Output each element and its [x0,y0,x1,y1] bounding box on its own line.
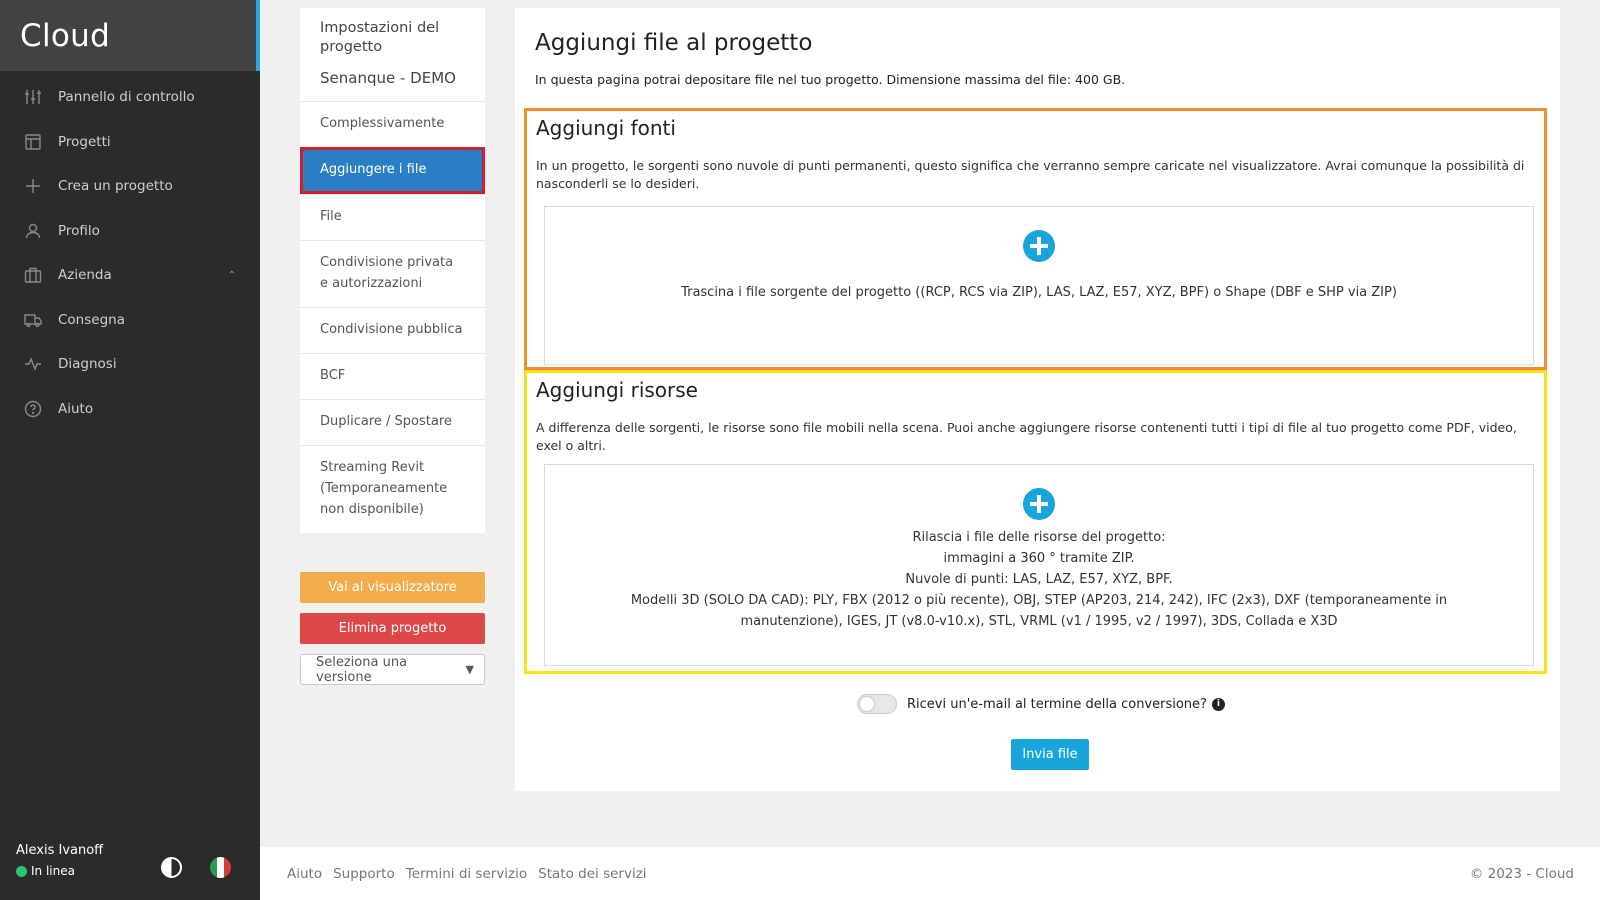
dropzone-line: Rilascia i file delle risorse del proget… [912,530,1166,545]
briefcase-icon [24,268,42,283]
flag-stripe [217,857,224,878]
sidebar-item-label: Progetti [58,133,111,150]
go-to-viewer-button[interactable]: Vai al visualizzatore [300,572,485,603]
flag-stripe [224,857,231,878]
sidebar-item-diagnosis[interactable]: Diagnosi [0,342,260,387]
flag-stripe [210,857,217,878]
sources-title: Aggiungi fonti [536,116,676,140]
send-files-button[interactable]: Invia file [1011,739,1089,770]
sidebar-item-delivery[interactable]: Consegna [0,298,260,343]
menu-item-public-sharing[interactable]: Condivisione pubblica [300,306,485,353]
project-name: Senanque - DEMO [320,68,456,87]
online-status-dot [16,865,27,877]
brand-name: Cloud [20,17,111,54]
sidebar-nav: Pannello di controllo Progetti Crea un p… [0,75,260,431]
sidebar-item-label: Crea un progetto [58,178,173,195]
page-description: In questa pagina potrai depositare file … [535,72,1126,87]
main-panel: Aggiungi file al progetto In questa pagi… [515,8,1560,791]
resources-dropzone[interactable]: Rilascia i file delle risorse del proget… [544,464,1534,666]
sources-description: In un progetto, le sorgenti sono nuvole … [536,158,1525,191]
sidebar-item-company[interactable]: Azienda ⌃ [0,253,260,298]
menu-item-private-sharing[interactable]: Condivisione privata e autorizzazioni [300,239,485,307]
sliders-icon [25,90,41,105]
email-toggle-switch[interactable] [857,694,897,714]
sidebar-item-help[interactable]: Aiuto [0,387,260,432]
dropzone-line: Nuvole di punti: LAS, LAZ, E57, XYZ, BPF… [905,572,1173,588]
chevron-down-icon: ▼ [465,663,474,676]
email-toggle-label: Ricevi un'e-mail al termine della conver… [907,696,1207,712]
sidebar-item-dashboard[interactable]: Pannello di controllo [0,75,260,120]
menu-item-add-files[interactable]: Aggiungere i file [300,146,485,194]
plus-icon [26,179,40,194]
email-notification-row: Ricevi un'e-mail al termine della conver… [857,694,1225,714]
menu-item-bcf[interactable]: BCF [300,352,485,399]
chevron-up-icon[interactable]: ⌃ [228,270,236,281]
menu-item-revit-streaming[interactable]: Streaming Revit (Temporaneamente non dis… [300,444,485,533]
help-circle-icon [24,400,42,417]
user-name: Alexis Ivanoff [16,843,104,858]
sidebar-item-label: Profilo [58,222,100,239]
resources-description: A differenza delle sorgenti, le risorse … [536,420,1517,453]
sources-dropzone-text: Trascina i file sorgente del progetto ((… [681,285,1397,300]
sidebar-item-projects[interactable]: Progetti [0,120,260,165]
sidebar-item-create-project[interactable]: Crea un progetto [0,164,260,209]
user-status-label: In linea [31,864,75,878]
sidebar-item-label: Diagnosi [58,356,117,373]
sources-dropzone[interactable]: Trascina i file sorgente del progetto ((… [544,206,1534,365]
layout-icon [25,134,41,150]
sidebar: Cloud Pannello di controllo Progetti Cre… [0,0,260,900]
user-status: In linea [16,864,103,878]
sidebar-item-label: Azienda [58,267,112,284]
page-title: Aggiungi file al progetto [535,30,813,56]
menu-item-files[interactable]: File [300,193,485,240]
theme-toggle-icon[interactable] [161,857,182,878]
add-circle-icon[interactable] [1023,488,1055,520]
resources-title: Aggiungi risorse [536,378,698,402]
footer-link-help[interactable]: Aiuto [287,866,322,882]
sidebar-item-profile[interactable]: Profilo [0,209,260,254]
menu-item-duplicate-move[interactable]: Duplicare / Spostare [300,398,485,445]
version-select[interactable]: Seleziona una versione ▼ [300,654,485,685]
resources-dropzone-text: Rilascia i file delle risorse del proget… [545,527,1533,632]
user-icon [25,223,41,238]
italian-flag-icon[interactable] [210,857,231,878]
add-circle-icon[interactable] [1023,230,1055,262]
activity-icon [25,357,41,372]
brand-logo[interactable]: Cloud [0,0,260,71]
footer-link-support[interactable]: Supporto [333,866,395,882]
dropzone-line: immagini a 360 ° tramite ZIP. [943,551,1135,567]
version-select-value: Seleziona una versione [316,654,408,685]
footer-link-terms[interactable]: Termini di servizio [406,866,527,882]
sidebar-item-label: Consegna [58,311,125,328]
resources-section: Aggiungi risorse A differenza delle sorg… [524,370,1547,674]
sources-section: Aggiungi fonti In un progetto, le sorgen… [524,108,1547,370]
truck-icon [24,314,42,327]
settings-heading: Impostazioni del progetto [320,20,440,55]
footer: Aiuto Supporto Termini di servizio Stato… [260,847,1600,900]
delete-project-button[interactable]: Elimina progetto [300,613,485,644]
sidebar-item-label: Aiuto [58,400,94,417]
user-box[interactable]: Alexis Ivanoff In linea [16,843,103,878]
project-settings-menu: Impostazioni del progetto Senanque - DEM… [300,8,485,533]
info-icon[interactable]: i [1211,697,1225,711]
copyright: © 2023 - Cloud [1469,865,1574,882]
sidebar-item-label: Pannello di controllo [58,89,195,106]
footer-link-status[interactable]: Stato dei servizi [538,866,646,882]
dropzone-line: Modelli 3D (SOLO DA CAD): PLY, FBX (2012… [630,593,1448,630]
menu-item-overview[interactable]: Complessivamente [300,100,485,147]
